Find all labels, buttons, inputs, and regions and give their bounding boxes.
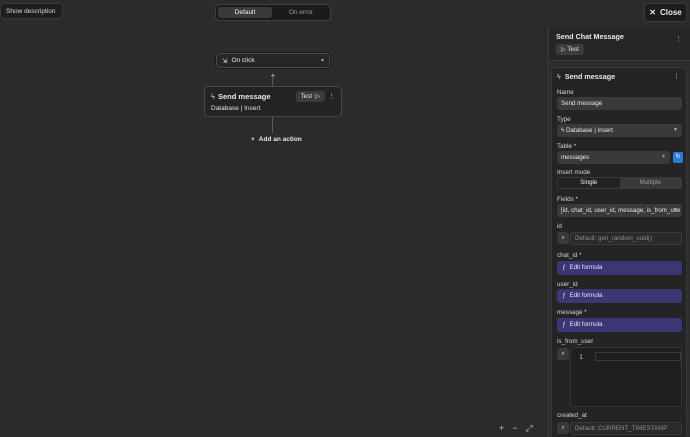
function-icon: ƒ [562, 292, 566, 299]
play-icon: ▷ [315, 93, 320, 100]
cursor-icon: ⇲ [222, 57, 228, 65]
mode-tabs: Default On error [215, 4, 331, 21]
fields-label: Fields * [557, 196, 578, 203]
function-icon: ƒ [562, 264, 566, 271]
workflow-side-panel: Send Chat Message ⋮ ▷ Test ϟ Send messag… [548, 27, 690, 437]
table-label: Table * [557, 143, 577, 150]
function-icon: ƒ [562, 321, 566, 328]
node-more-icon[interactable]: ⋮ [328, 92, 335, 100]
chevron-down-icon: ▼ [661, 154, 666, 160]
table-select[interactable]: messages ▼ [557, 151, 670, 164]
chevron-down-icon: ▾ [320, 58, 324, 64]
user-id-formula-button[interactable]: ƒ Edit formula [557, 289, 682, 303]
insert-step-icon[interactable]: + [268, 71, 278, 80]
insert-mode-single[interactable]: Single [558, 178, 620, 188]
node-title-text: Send message [217, 92, 271, 101]
workflow-more-icon[interactable]: ⋮ [675, 35, 682, 43]
created-at-label: created_at [557, 412, 587, 419]
bolt-icon: ϟ [557, 72, 561, 81]
workflow-test-button[interactable]: ▷ Test [556, 44, 584, 55]
connector-line [272, 78, 273, 86]
chat-id-formula-button[interactable]: ƒ Edit formula [557, 261, 682, 275]
workflow-title: Send Chat Message [556, 32, 624, 41]
bolt-icon: ϟ [211, 92, 215, 101]
node-test-button[interactable]: Test ▷ [295, 91, 325, 102]
fields-value: [id, chat_id, user_id, message, is_from_… [561, 207, 681, 214]
id-input[interactable]: Default: gen_random_uuid() [570, 232, 682, 245]
edit-formula-label: Edit formula [569, 264, 603, 271]
add-action-button[interactable]: + Add an action [251, 136, 302, 143]
type-value: Database | Insert [566, 127, 614, 134]
name-input[interactable]: Send message [557, 97, 682, 110]
zoom-in-icon[interactable]: + [499, 423, 504, 434]
insert-mode-label: Insert mode [557, 169, 591, 176]
trigger-node[interactable]: ⇲ On click ▾ [216, 53, 330, 68]
chevron-down-icon: ▼ [673, 207, 678, 213]
table-value: messages [561, 154, 590, 161]
trigger-label: On click [231, 57, 255, 64]
card-more-icon[interactable]: ⋮ [673, 72, 680, 80]
insert-mode-toggle: Single Multiple [557, 177, 682, 189]
zoom-controls: + − ⤢ [499, 423, 533, 434]
plus-icon: + [251, 136, 255, 143]
insert-mode-multiple[interactable]: Multiple [620, 178, 682, 188]
card-title: ϟ Send message [557, 72, 615, 81]
bind-icon[interactable]: ⌕ [557, 232, 569, 244]
node-subtitle: Database | Insert [211, 105, 261, 112]
add-action-label: Add an action [258, 136, 302, 143]
connector-line-2 [272, 117, 273, 133]
code-line-input[interactable] [595, 352, 681, 361]
fit-view-icon[interactable]: ⤢ [526, 423, 533, 434]
line-number: 1 [579, 353, 583, 361]
name-label: Name [557, 89, 574, 96]
edit-formula-label: Edit formula [569, 292, 603, 299]
chat-id-label: chat_id * [557, 252, 582, 259]
close-icon: ✕ [649, 8, 656, 17]
close-label: Close [659, 8, 682, 17]
zoom-out-icon[interactable]: − [512, 423, 517, 434]
user-id-label: user_id [557, 281, 578, 288]
message-formula-button[interactable]: ƒ Edit formula [557, 318, 682, 332]
workflow-header: Send Chat Message ⋮ ▷ Test [549, 27, 690, 61]
close-button[interactable]: ✕ Close [644, 3, 687, 22]
workflow-test-label: Test [567, 46, 579, 53]
node-test-label: Test [300, 93, 313, 100]
tab-default[interactable]: Default [218, 7, 272, 18]
refresh-icon[interactable]: ↻ [673, 152, 683, 163]
action-node[interactable]: ϟ Send message Database | Insert Test ▷ … [204, 86, 342, 117]
fields-select[interactable]: [id, chat_id, user_id, message, is_from_… [557, 204, 682, 217]
card-title-text: Send message [564, 72, 616, 81]
type-select[interactable]: ϟ Database | Insert ▼ [557, 124, 682, 137]
bind-icon[interactable]: ⌕ [557, 348, 569, 360]
message-label: message * [557, 309, 587, 316]
is-from-user-label: is_from_user [557, 338, 594, 345]
type-label: Type [557, 116, 571, 123]
bind-icon[interactable]: ⌕ [557, 422, 569, 434]
is-from-user-code-editor[interactable]: 1 [570, 347, 682, 407]
created-at-input[interactable]: Default: CURRENT_TIMESTAMP [570, 422, 682, 435]
action-config-card: ϟ Send message ⋮ Name Send message Type … [551, 67, 687, 437]
edit-formula-label: Edit formula [569, 321, 603, 328]
chevron-down-icon: ▼ [673, 127, 678, 133]
show-description-button[interactable]: Show description [0, 3, 63, 19]
tab-on-error[interactable]: On error [274, 7, 328, 18]
id-label: id [557, 223, 562, 230]
